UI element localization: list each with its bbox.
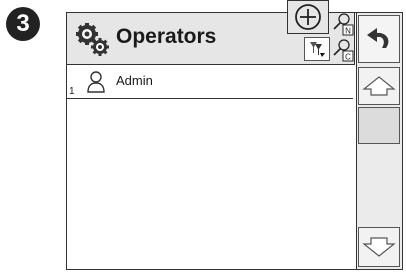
search-by-name-button[interactable]: N bbox=[332, 12, 354, 36]
arrow-down-icon bbox=[362, 237, 396, 257]
list-item[interactable]: 1 Admin bbox=[67, 66, 353, 99]
step-number-badge: 3 bbox=[6, 7, 40, 41]
row-index: 1 bbox=[69, 86, 75, 97]
search-code-icon: C bbox=[333, 39, 354, 62]
scroll-up-button[interactable] bbox=[358, 67, 400, 105]
arrow-up-icon bbox=[362, 76, 396, 96]
back-button[interactable] bbox=[358, 15, 400, 63]
add-circle-icon bbox=[295, 4, 321, 30]
search-by-code-button[interactable]: C bbox=[332, 38, 354, 62]
person-icon bbox=[87, 71, 105, 93]
search-c-label: C bbox=[345, 53, 351, 62]
add-operator-button[interactable] bbox=[287, 0, 329, 34]
filter-button[interactable] bbox=[304, 37, 330, 61]
scrollbar-track[interactable] bbox=[358, 107, 400, 144]
operators-list: 1 Admin bbox=[67, 66, 354, 268]
gears-icon bbox=[76, 23, 109, 56]
filter-icon bbox=[310, 42, 325, 57]
search-name-icon: N bbox=[333, 13, 354, 36]
page-title: Operators bbox=[116, 25, 217, 48]
search-n-label: N bbox=[345, 27, 351, 36]
operator-name: Admin bbox=[116, 73, 153, 88]
scroll-down-button[interactable] bbox=[358, 227, 400, 267]
back-arrow-icon bbox=[367, 28, 389, 48]
